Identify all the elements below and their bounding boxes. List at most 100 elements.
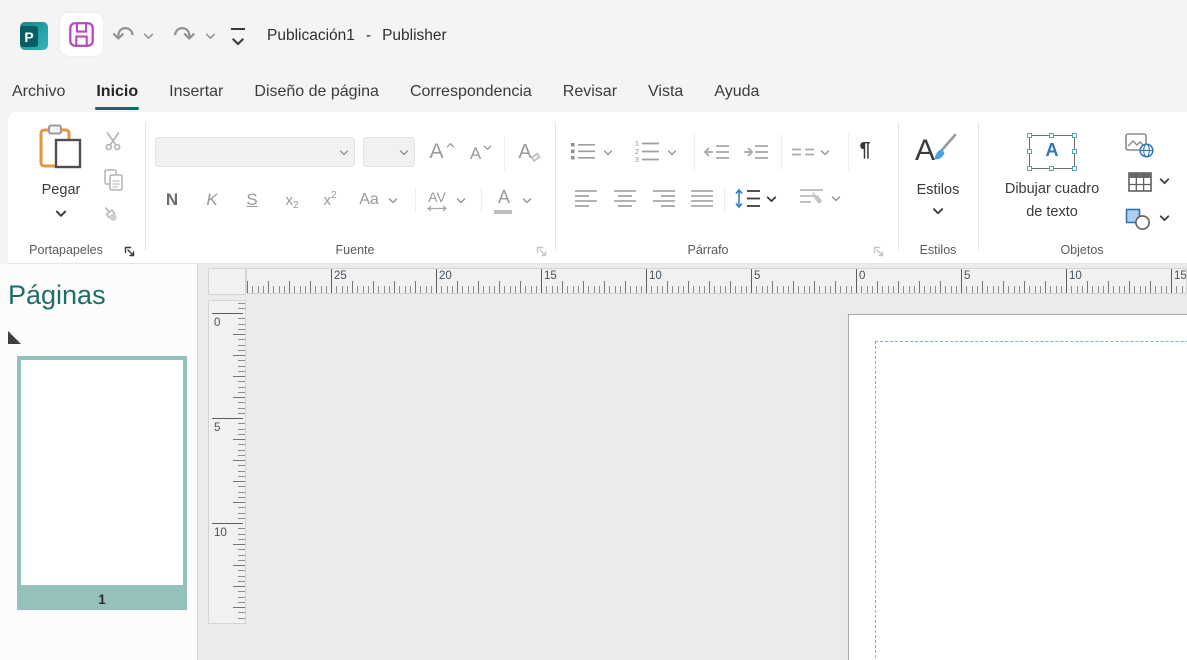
font-name-input[interactable] bbox=[162, 139, 334, 165]
bold-button[interactable]: N bbox=[158, 185, 186, 215]
chevron-down-icon[interactable] bbox=[339, 150, 349, 156]
decrease-indent-button[interactable] bbox=[702, 142, 732, 162]
copy-button[interactable] bbox=[100, 166, 126, 194]
change-case-button[interactable]: Aa bbox=[354, 185, 384, 215]
styles-button-label[interactable]: Estilos bbox=[898, 182, 978, 198]
save-button[interactable] bbox=[60, 13, 103, 56]
collapse-panel-triangle-icon[interactable] bbox=[8, 331, 21, 344]
subscript-button[interactable]: x 2 bbox=[278, 185, 306, 215]
ruler-tick bbox=[238, 570, 245, 571]
bullets-button[interactable] bbox=[569, 138, 597, 164]
cut-button[interactable] bbox=[100, 128, 126, 154]
show-paragraph-marks-button[interactable]: ¶ bbox=[854, 134, 876, 166]
mini-separator bbox=[504, 136, 505, 170]
draw-text-box-button[interactable]: A bbox=[1029, 135, 1075, 169]
ruler-tick bbox=[867, 286, 868, 293]
ruler-tick bbox=[951, 286, 952, 293]
publication-page[interactable] bbox=[848, 314, 1187, 660]
tab-correspondencia[interactable]: Correspondencia bbox=[410, 72, 532, 112]
justify-button[interactable] bbox=[688, 187, 716, 209]
font-color-chevron-icon[interactable] bbox=[522, 198, 532, 204]
bullets-chevron-icon[interactable] bbox=[603, 150, 613, 156]
tab-vista[interactable]: Vista bbox=[648, 72, 683, 112]
page-thumbnail[interactable]: 1 bbox=[17, 356, 187, 610]
redo-button[interactable]: ↷ bbox=[173, 22, 196, 50]
table-chevron-icon[interactable] bbox=[1159, 178, 1170, 185]
chevron-down-icon[interactable] bbox=[399, 150, 409, 156]
ruler-tick bbox=[238, 329, 245, 330]
numbering-button[interactable]: 1 2 3 bbox=[633, 136, 661, 166]
character-spacing-chevron-icon[interactable] bbox=[456, 198, 466, 204]
ruler-label: 10 bbox=[214, 527, 227, 539]
ribbon-tab-bar: Archivo Inicio Insertar Diseño de página… bbox=[0, 72, 1187, 112]
paragraph-dialog-launcher[interactable] bbox=[872, 245, 885, 258]
tab-ayuda[interactable]: Ayuda bbox=[714, 72, 759, 112]
pictures-button[interactable] bbox=[1124, 132, 1154, 158]
horizontal-ruler[interactable]: 252015105051015 bbox=[246, 268, 1187, 294]
ruler-tick bbox=[342, 286, 343, 293]
ruler-tick bbox=[238, 549, 245, 550]
draw-text-box-label[interactable]: Dibujar cuadro de texto bbox=[996, 178, 1108, 224]
columns-button[interactable] bbox=[790, 144, 816, 160]
tab-revisar[interactable]: Revisar bbox=[563, 72, 617, 112]
paste-chevron-icon[interactable] bbox=[55, 210, 67, 218]
ruler-tick bbox=[651, 286, 652, 293]
ruler-corner-box[interactable] bbox=[208, 268, 246, 295]
font-name-combo[interactable] bbox=[155, 137, 355, 167]
ruler-tick bbox=[478, 281, 479, 293]
ruler-tick bbox=[877, 281, 878, 293]
paste-label[interactable]: Pegar bbox=[20, 182, 102, 198]
line-spacing-button[interactable] bbox=[732, 186, 762, 210]
shrink-font-button[interactable]: A bbox=[464, 138, 498, 170]
redo-chevron-icon[interactable] bbox=[205, 33, 216, 40]
line-spacing-chevron-icon[interactable] bbox=[766, 196, 777, 203]
text-fit-button[interactable] bbox=[798, 186, 828, 210]
styles-chevron-icon[interactable] bbox=[932, 208, 944, 215]
format-painter-button[interactable] bbox=[100, 204, 126, 230]
quick-access-toolbar-button[interactable] bbox=[231, 28, 245, 51]
ruler-tick bbox=[357, 286, 358, 293]
ruler-tick bbox=[1071, 286, 1072, 293]
tab-archivo[interactable]: Archivo bbox=[12, 72, 65, 112]
columns-chevron-icon[interactable] bbox=[820, 150, 830, 156]
tab-inicio[interactable]: Inicio bbox=[96, 72, 138, 112]
underline-button[interactable]: S bbox=[238, 185, 266, 215]
undo-chevron-icon[interactable] bbox=[143, 33, 154, 40]
styles-button[interactable]: A bbox=[910, 126, 966, 176]
increase-indent-button[interactable] bbox=[741, 142, 771, 162]
ruler-tick bbox=[536, 286, 537, 293]
grow-font-button[interactable]: A bbox=[425, 136, 459, 168]
font-color-button[interactable]: A bbox=[490, 183, 518, 217]
clear-formatting-button[interactable]: A bbox=[512, 136, 548, 168]
ruler-tick bbox=[468, 286, 469, 293]
character-spacing-button[interactable]: AV bbox=[422, 183, 452, 217]
active-tab-underline bbox=[95, 107, 139, 111]
ruler-tick bbox=[252, 286, 253, 293]
text-fit-chevron-icon[interactable] bbox=[831, 196, 841, 202]
clipboard-dialog-launcher[interactable] bbox=[123, 245, 136, 258]
font-dialog-launcher[interactable] bbox=[535, 245, 548, 258]
italic-button[interactable]: K bbox=[198, 185, 226, 215]
align-left-button[interactable] bbox=[572, 187, 600, 209]
ruler-tick bbox=[1050, 286, 1051, 293]
numbering-chevron-icon[interactable] bbox=[667, 150, 677, 156]
ruler-tick bbox=[238, 413, 245, 414]
change-case-chevron-icon[interactable] bbox=[388, 198, 398, 204]
publisher-window: P ↶ ↷ Publicación1 - Publisher Archivo I… bbox=[0, 0, 1187, 660]
paste-button[interactable] bbox=[36, 122, 86, 170]
align-right-button[interactable] bbox=[650, 187, 678, 209]
align-center-button[interactable] bbox=[611, 187, 639, 209]
left-right-arrows-icon bbox=[426, 205, 448, 212]
tab-insertar[interactable]: Insertar bbox=[169, 72, 223, 112]
font-size-input[interactable] bbox=[370, 139, 394, 165]
publisher-logo-icon[interactable]: P bbox=[20, 22, 48, 50]
table-button[interactable] bbox=[1126, 170, 1154, 194]
shapes-button[interactable] bbox=[1124, 207, 1152, 231]
tab-diseno-de-pagina[interactable]: Diseño de página bbox=[254, 72, 379, 112]
undo-button[interactable]: ↶ bbox=[112, 22, 135, 50]
shapes-chevron-icon[interactable] bbox=[1159, 215, 1170, 222]
superscript-button[interactable]: x 2 bbox=[316, 185, 344, 215]
vertical-ruler[interactable]: 0510 bbox=[208, 300, 246, 624]
font-size-combo[interactable] bbox=[363, 137, 415, 167]
ruler-tick bbox=[620, 286, 621, 293]
